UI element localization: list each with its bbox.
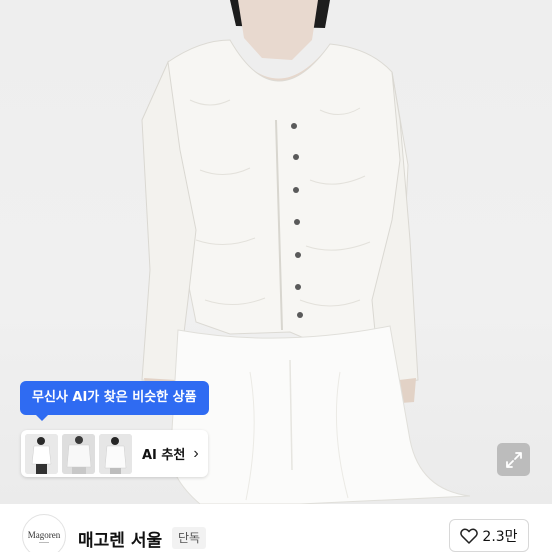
expand-image-button[interactable]: [497, 443, 530, 476]
chevron-right-icon: ›: [193, 444, 199, 462]
ai-recommend-tooltip: 무신사 AI가 찾은 비슷한 상품: [20, 381, 209, 421]
ai-recommend-label: AI 추천: [142, 448, 186, 463]
product-image[interactable]: 무신사 AI가 찾은 비슷한 상품 AI 추천 ›: [0, 0, 552, 504]
similar-product-thumbnail[interactable]: [99, 433, 132, 474]
similar-product-thumbnail[interactable]: [25, 433, 58, 474]
like-count: 2.3만: [482, 528, 518, 545]
similar-product-thumbnail[interactable]: [62, 433, 95, 474]
ai-recommend-card[interactable]: AI 추천 ›: [21, 430, 208, 477]
like-button[interactable]: 2.3만: [449, 519, 529, 552]
expand-icon: [505, 451, 522, 468]
brand-name-link[interactable]: 매고렌 서울: [78, 526, 162, 551]
heart-icon: [460, 528, 479, 544]
exclusive-badge: 단독: [172, 527, 207, 549]
brand-logo[interactable]: Magoren: [22, 514, 66, 552]
brand-logo-divider: [39, 541, 49, 543]
brand-logo-text: Magoren: [27, 529, 61, 540]
product-photo: [141, 0, 471, 504]
